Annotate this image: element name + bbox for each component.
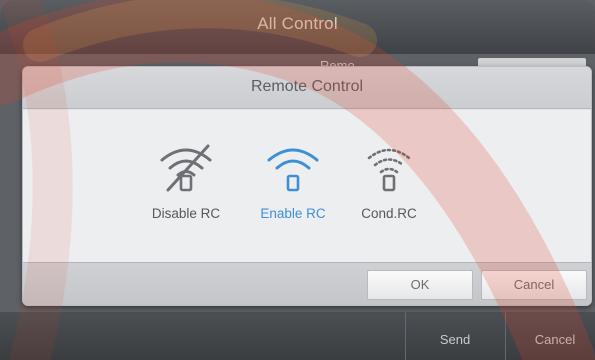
ok-button[interactable]: OK xyxy=(367,270,473,300)
option-disable-rc[interactable]: Disable RC xyxy=(131,134,241,254)
remote-control-dialog: Remote Control Disable RC Enable RC Cond… xyxy=(22,66,592,306)
wifi-disabled-icon xyxy=(160,144,212,192)
option-label: Cond.RC xyxy=(361,206,417,221)
bottom-cancel-button[interactable]: Cancel xyxy=(515,332,595,347)
send-button[interactable]: Send xyxy=(415,332,495,347)
window-title: All Control xyxy=(257,14,338,33)
dialog-header: Remote Control xyxy=(23,67,591,109)
dialog-body: Disable RC Enable RC Cond.RC xyxy=(23,110,591,262)
window-titlebar: All Control xyxy=(0,0,595,54)
dialog-footer: OK Cancel xyxy=(23,262,591,305)
bottom-bar-divider xyxy=(505,312,506,360)
cancel-button[interactable]: Cancel xyxy=(481,270,587,300)
dialog-title: Remote Control xyxy=(250,78,364,95)
option-label: Enable RC xyxy=(260,206,326,221)
option-enable-rc[interactable]: Enable RC xyxy=(238,134,348,254)
option-label: Disable RC xyxy=(151,206,221,221)
bottom-bar-divider xyxy=(405,312,406,360)
wifi-enabled-icon xyxy=(267,148,319,192)
wifi-conditional-icon xyxy=(367,148,411,192)
option-cond-rc[interactable]: Cond.RC xyxy=(334,134,444,254)
